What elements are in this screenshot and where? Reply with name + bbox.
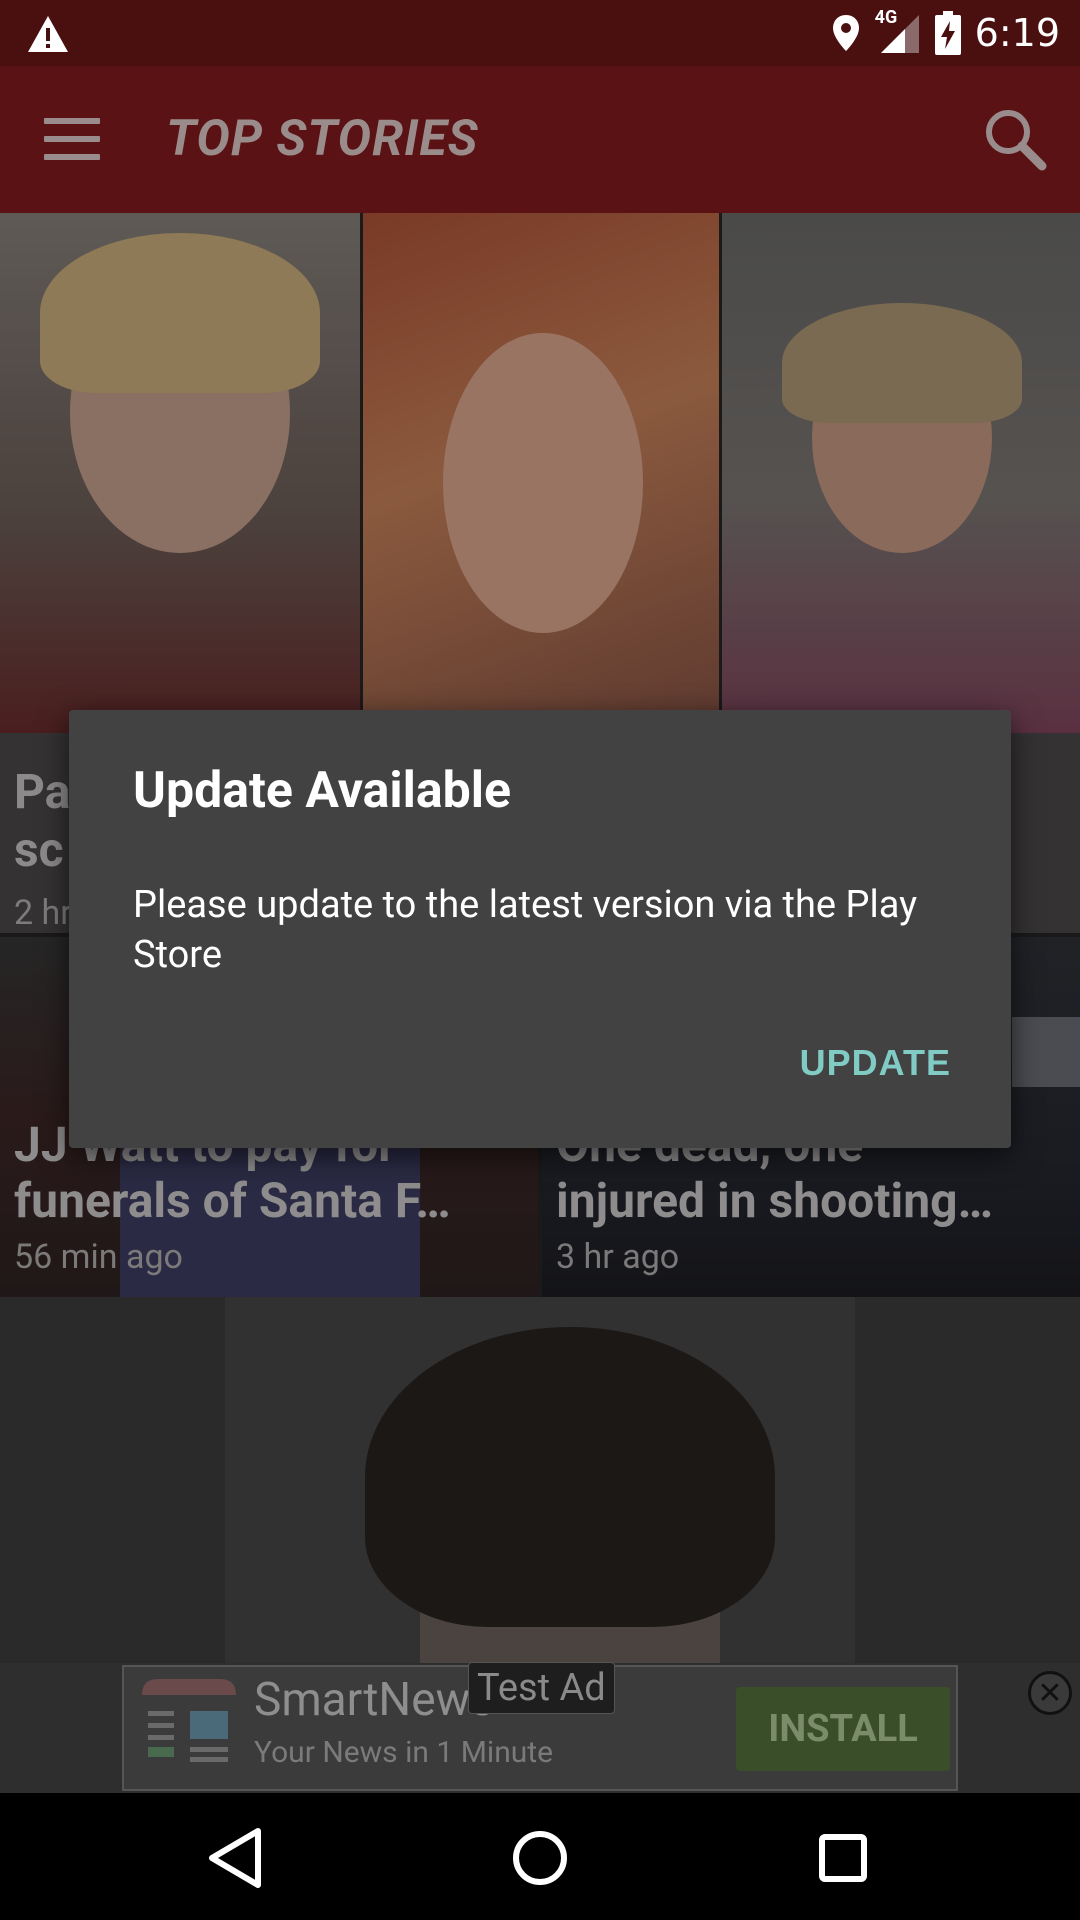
battery-charging-icon bbox=[934, 11, 961, 55]
ad-banner[interactable]: SmartNews Your News in 1 Minute INSTALL … bbox=[0, 1662, 1080, 1793]
app-bar: TOP STORIES bbox=[0, 66, 1080, 213]
location-icon bbox=[832, 15, 859, 51]
signal-icon: 4G bbox=[875, 7, 921, 55]
status-bar: 4G 6:19 bbox=[0, 0, 1080, 66]
story-timestamp: 56 min ago bbox=[14, 1237, 183, 1277]
story-timestamp: 2 hr bbox=[14, 893, 72, 933]
close-ad-icon[interactable]: ✕ bbox=[1028, 1671, 1072, 1715]
story-image-4[interactable] bbox=[0, 1297, 1080, 1663]
story-image-1 bbox=[0, 213, 360, 733]
page-title: TOP STORIES bbox=[166, 110, 479, 168]
navigation-bar bbox=[0, 1793, 1080, 1920]
warning-icon bbox=[28, 16, 68, 52]
install-button[interactable]: INSTALL bbox=[736, 1687, 950, 1771]
story-image-2 bbox=[363, 213, 719, 733]
home-icon[interactable] bbox=[505, 1823, 575, 1893]
menu-icon[interactable] bbox=[44, 118, 100, 164]
story-timestamp: 3 hr ago bbox=[556, 1237, 680, 1277]
back-icon[interactable] bbox=[200, 1823, 270, 1893]
network-type-label: 4G bbox=[874, 7, 898, 28]
dialog-title: Update Available bbox=[133, 762, 512, 820]
test-ad-label: Test Ad bbox=[468, 1662, 615, 1714]
recents-icon[interactable] bbox=[808, 1823, 878, 1893]
update-button[interactable]: UPDATE bbox=[800, 1042, 951, 1084]
clock: 6:19 bbox=[974, 11, 1060, 55]
update-dialog: Update Available Please update to the la… bbox=[69, 710, 1011, 1148]
smartnews-logo-icon bbox=[142, 1679, 236, 1781]
search-icon[interactable] bbox=[982, 106, 1048, 172]
story-image-3 bbox=[722, 213, 1080, 733]
ad-app-name: SmartNews bbox=[254, 1673, 494, 1727]
ad-tagline: Your News in 1 Minute bbox=[254, 1735, 554, 1770]
dialog-message: Please update to the latest version via … bbox=[133, 883, 918, 977]
